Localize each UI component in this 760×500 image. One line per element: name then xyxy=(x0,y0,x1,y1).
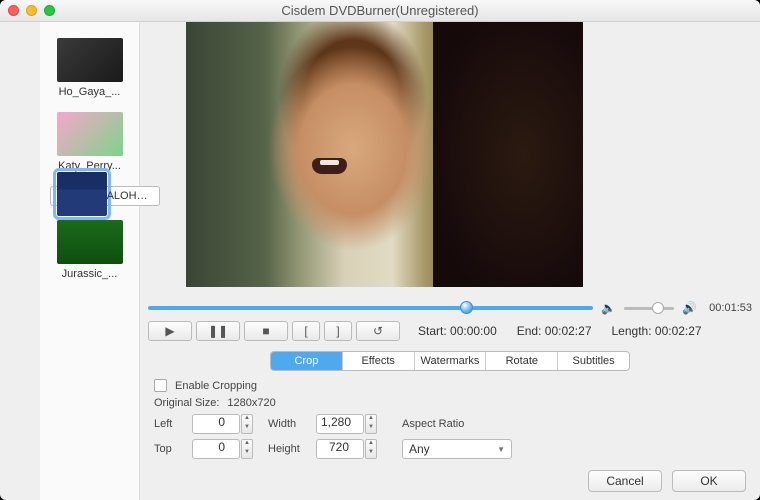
pause-button[interactable]: ❚❚ xyxy=(196,321,240,341)
tab-rotate[interactable]: Rotate xyxy=(486,352,558,370)
tab-crop[interactable]: Crop xyxy=(271,352,343,370)
ok-button[interactable]: OK xyxy=(672,470,746,492)
tab-effects[interactable]: Effects xyxy=(343,352,415,370)
sidebar-item[interactable]: Jurassic_... xyxy=(50,220,129,280)
aspect-ratio-label: Aspect Ratio xyxy=(402,418,464,430)
seek-slider[interactable] xyxy=(148,306,593,310)
play-button[interactable]: ▶ xyxy=(148,321,192,341)
thumbnail-icon xyxy=(57,220,123,264)
thumbnail-icon xyxy=(57,172,107,216)
chevron-down-icon: ▼ xyxy=(497,445,505,454)
stop-button[interactable]: ■ xyxy=(244,321,288,341)
volume-min-icon: 🔈 xyxy=(601,301,616,315)
aspect-ratio-select[interactable]: Any ▼ xyxy=(402,439,512,459)
mark-in-button[interactable]: [ xyxy=(292,321,320,341)
length-meta: Length: 00:02:27 xyxy=(612,324,702,338)
cancel-button[interactable]: Cancel xyxy=(588,470,662,492)
thumbnail-icon xyxy=(57,112,123,156)
sidebar-item-label: Katy_Perry... xyxy=(50,160,129,172)
left-label: Left xyxy=(154,418,184,430)
tab-watermarks[interactable]: Watermarks xyxy=(415,352,487,370)
width-label: Width xyxy=(268,418,308,430)
edit-tabs: Crop Effects Watermarks Rotate Subtitles xyxy=(270,351,630,371)
end-meta: End: 00:02:27 xyxy=(517,324,592,338)
original-size-value: 1280x720 xyxy=(227,397,275,409)
width-input[interactable]: 1,280▲▼ xyxy=(316,414,364,434)
volume-knob[interactable] xyxy=(652,302,664,314)
height-stepper[interactable]: ▲▼ xyxy=(365,439,377,459)
seek-knob[interactable] xyxy=(460,301,473,314)
top-stepper[interactable]: ▲▼ xyxy=(241,439,253,459)
window-title: Cisdem DVDBurner(Unregistered) xyxy=(0,3,760,18)
volume-slider[interactable] xyxy=(624,307,674,310)
thumbnail-icon xyxy=(57,38,123,82)
loop-button[interactable]: ↺ xyxy=(356,321,400,341)
mark-out-button[interactable]: ] xyxy=(324,321,352,341)
left-stepper[interactable]: ▲▼ xyxy=(241,414,253,434)
clip-sidebar: Ho_Gaya_... Katy_Perry... ALOHA_M... Jur… xyxy=(40,22,140,500)
enable-cropping-checkbox[interactable] xyxy=(154,379,167,392)
editor-window: Cisdem DVDBurner(Unregistered) Ho_Gaya_.… xyxy=(0,0,760,500)
sidebar-item-label: Ho_Gaya_... xyxy=(50,86,129,98)
original-size-label: Original Size: xyxy=(154,397,219,409)
sidebar-item-label: Jurassic_... xyxy=(50,268,129,280)
titlebar: Cisdem DVDBurner(Unregistered) xyxy=(0,0,760,22)
sidebar-item[interactable]: Ho_Gaya_... xyxy=(50,38,129,98)
enable-cropping-label: Enable Cropping xyxy=(175,380,257,392)
current-time: 00:01:53 xyxy=(709,302,752,314)
height-label: Height xyxy=(268,443,308,455)
top-label: Top xyxy=(154,443,184,455)
left-input[interactable]: 0▲▼ xyxy=(192,414,240,434)
sidebar-item[interactable]: Katy_Perry... xyxy=(50,112,129,172)
height-input[interactable]: 720▲▼ xyxy=(316,439,364,459)
video-preview xyxy=(186,22,583,287)
top-input[interactable]: 0▲▼ xyxy=(192,439,240,459)
width-stepper[interactable]: ▲▼ xyxy=(365,414,377,434)
start-meta: Start: 00:00:00 xyxy=(418,324,497,338)
volume-max-icon: 🔊 xyxy=(682,301,697,315)
crop-panel: Enable Cropping Original Size: 1280x720 … xyxy=(154,379,746,459)
tab-subtitles[interactable]: Subtitles xyxy=(558,352,629,370)
